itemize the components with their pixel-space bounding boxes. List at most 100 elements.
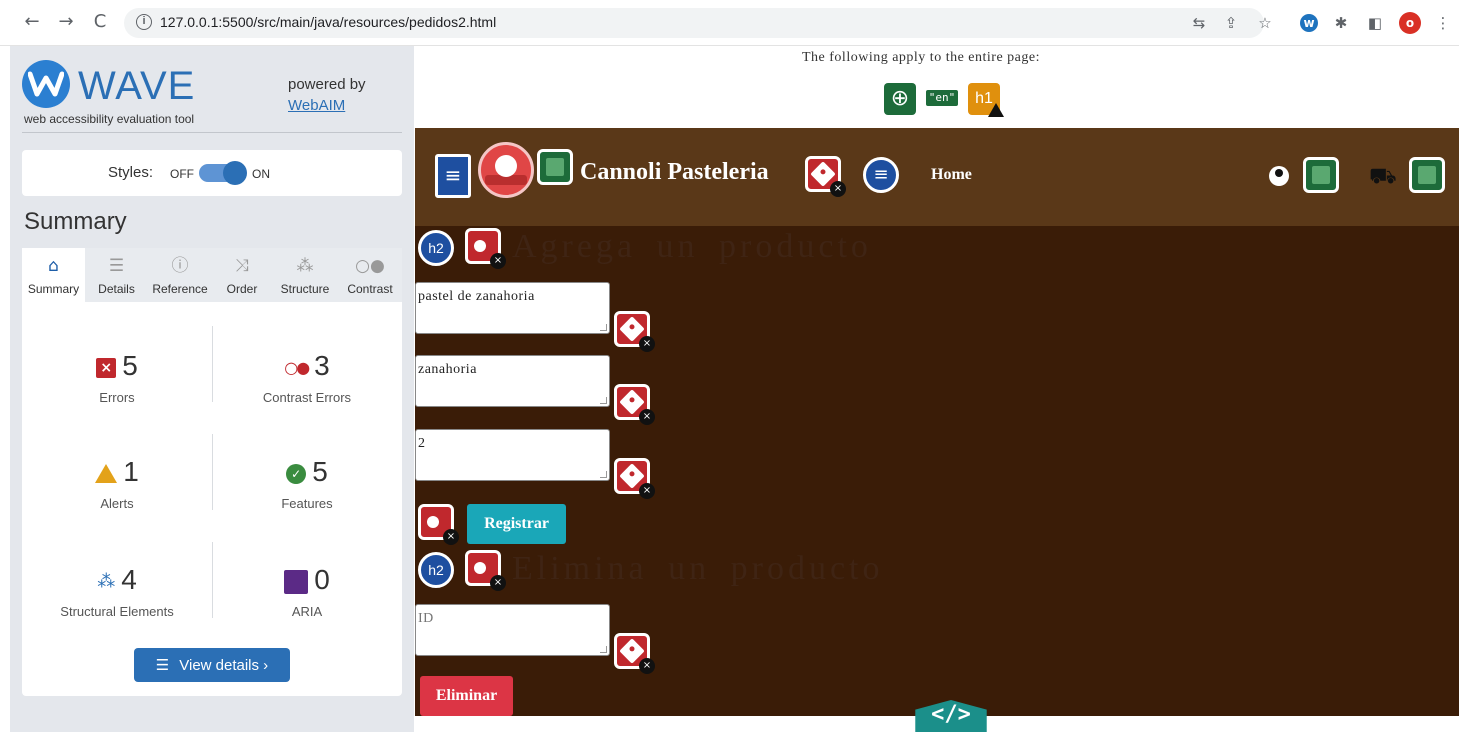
styles-toggle-box: Styles: OFF ON xyxy=(22,150,402,196)
divider xyxy=(22,132,402,133)
nav-home-link[interactable]: Home xyxy=(931,166,972,184)
order-icon: ⤨ xyxy=(235,256,249,276)
contrast-icon: ○● xyxy=(355,256,385,276)
contrast-errors-stat[interactable]: ○● 3 Contrast Errors xyxy=(212,350,402,405)
side-panel-icon[interactable]: ◧ xyxy=(1364,12,1386,34)
tab-summary[interactable]: ⌂ Summary xyxy=(22,248,85,302)
alerts-label: Alerts xyxy=(100,496,134,511)
translate-icon[interactable]: ⇆ xyxy=(1188,12,1210,34)
product-name-input[interactable]: pastel de zanahoria xyxy=(415,282,610,334)
close-icon: × xyxy=(639,658,655,674)
wave-subtitle: web accessibility evaluation tool xyxy=(24,112,195,126)
close-icon: × xyxy=(639,336,655,352)
list-icon: ☰ xyxy=(108,256,125,276)
contrast-count: 3 xyxy=(314,350,330,381)
close-icon: × xyxy=(639,409,655,425)
features-stat[interactable]: ✓ 5 Features xyxy=(212,456,402,511)
heading-delete-product: Elimina un producto xyxy=(512,550,884,587)
checkmark-icon: ✓ xyxy=(286,463,307,484)
tab-label: Structure xyxy=(280,282,330,296)
h2-icon[interactable]: h2 xyxy=(418,552,454,588)
delete-button[interactable]: Eliminar xyxy=(420,676,513,716)
summary-panel: ⌂ Summary ☰ Details ⓘ Reference ⤨ Order … xyxy=(22,248,402,696)
site-info-icon[interactable]: i xyxy=(136,14,152,30)
reload-icon[interactable]: C xyxy=(88,10,112,34)
link-error-icon[interactable]: × xyxy=(805,156,846,197)
features-label: Features xyxy=(281,496,333,511)
close-icon: × xyxy=(490,253,506,269)
image-alt-icon[interactable] xyxy=(1409,157,1445,193)
product-id-input[interactable]: ID xyxy=(415,604,610,656)
list-icon: ☰ xyxy=(155,656,170,674)
alert-icon xyxy=(95,464,118,484)
browser-toolbar: ← → C i 127.0.0.1:5500/src/main/java/res… xyxy=(0,0,1459,46)
extensions-puzzle-icon[interactable]: ✱ xyxy=(1330,12,1352,34)
profile-avatar[interactable]: o xyxy=(1399,12,1421,34)
bookmark-star-icon[interactable]: ☆ xyxy=(1254,12,1276,34)
aria-label: ARIA xyxy=(291,604,323,619)
cart-icon[interactable]: ⛟ xyxy=(1369,164,1397,192)
aria-count: 0 xyxy=(314,564,330,595)
image-alt-icon[interactable] xyxy=(537,149,573,185)
styles-toggle[interactable] xyxy=(199,161,247,185)
warning-icon xyxy=(988,103,1004,117)
close-icon: × xyxy=(443,529,459,545)
form-error-icon[interactable]: × xyxy=(465,550,506,591)
summary-heading: Summary xyxy=(24,208,127,235)
address-url[interactable]: 127.0.0.1:5500/src/main/java/resources/p… xyxy=(160,14,496,30)
tab-label: Order xyxy=(226,282,258,296)
site-logo[interactable] xyxy=(478,142,534,198)
document-icon[interactable]: ≡ xyxy=(435,154,471,198)
tab-structure[interactable]: ⁂ Structure xyxy=(272,248,338,302)
missing-label-icon[interactable]: × xyxy=(614,633,655,674)
form-error-icon[interactable]: × xyxy=(418,504,459,545)
toggle-knob[interactable] xyxy=(223,161,247,185)
tab-label: Contrast xyxy=(347,282,393,296)
view-details-button[interactable]: ☰ View details › xyxy=(134,648,290,682)
contrast-label: Contrast Errors xyxy=(262,390,352,405)
close-icon: × xyxy=(830,181,846,197)
webaim-link[interactable]: WebAIM xyxy=(288,97,345,114)
close-icon: × xyxy=(639,483,655,499)
structural-stat[interactable]: ⁂ 4 Structural Elements xyxy=(22,564,212,619)
alerts-stat[interactable]: 1 Alerts xyxy=(22,456,212,511)
missing-label-icon[interactable]: × xyxy=(614,458,655,499)
site-brand[interactable]: Cannoli Pasteleria xyxy=(580,159,769,186)
structure-icon: ⁂ xyxy=(97,571,116,593)
styles-label: Styles: xyxy=(108,164,154,181)
language-globe-icon[interactable]: ⊕ xyxy=(884,83,916,115)
register-button[interactable]: Registrar xyxy=(467,504,566,544)
structure-icon: ⁂ xyxy=(296,256,314,276)
tab-label: Details xyxy=(98,282,135,296)
error-icon: × xyxy=(96,357,117,378)
kebab-menu-icon[interactable]: ⋮ xyxy=(1432,12,1454,34)
unordered-list-icon[interactable]: ≡ xyxy=(863,157,899,193)
user-icon[interactable] xyxy=(1269,166,1289,186)
wave-extension-icon[interactable]: w xyxy=(1300,14,1318,32)
wave-sidebar: WAVE web accessibility evaluation tool p… xyxy=(10,46,414,732)
missing-label-icon[interactable]: × xyxy=(614,384,655,425)
powered-by-text: powered by xyxy=(288,76,366,93)
tab-order[interactable]: ⤨ Order xyxy=(212,248,272,302)
tab-contrast[interactable]: ○● Contrast xyxy=(338,248,402,302)
image-alt-icon[interactable] xyxy=(1303,157,1339,193)
product-quantity-input[interactable]: 2 xyxy=(415,429,610,481)
tab-reference[interactable]: ⓘ Reference xyxy=(148,248,212,302)
product-ingredient-input[interactable]: zanahoria xyxy=(415,355,610,407)
form-error-icon[interactable]: × xyxy=(465,228,506,269)
features-count: 5 xyxy=(312,456,328,487)
missing-label-icon[interactable]: × xyxy=(614,311,655,352)
back-arrow-icon[interactable]: ← xyxy=(20,10,44,34)
tab-details[interactable]: ☰ Details xyxy=(85,248,148,302)
styles-on-label: ON xyxy=(252,167,270,181)
structural-label: Structural Elements xyxy=(60,604,174,619)
info-icon: ⓘ xyxy=(171,256,189,276)
page-level-notice: The following apply to the entire page: xyxy=(802,50,1040,65)
tab-label: Summary xyxy=(27,282,80,296)
share-icon[interactable]: ⇪ xyxy=(1220,12,1242,34)
language-en-badge[interactable]: "en" xyxy=(926,90,958,106)
errors-stat[interactable]: × 5 Errors xyxy=(22,350,212,405)
aria-stat[interactable]: 0 ARIA xyxy=(212,564,402,619)
forward-arrow-icon[interactable]: → xyxy=(54,10,78,34)
h2-icon[interactable]: h2 xyxy=(418,230,454,266)
